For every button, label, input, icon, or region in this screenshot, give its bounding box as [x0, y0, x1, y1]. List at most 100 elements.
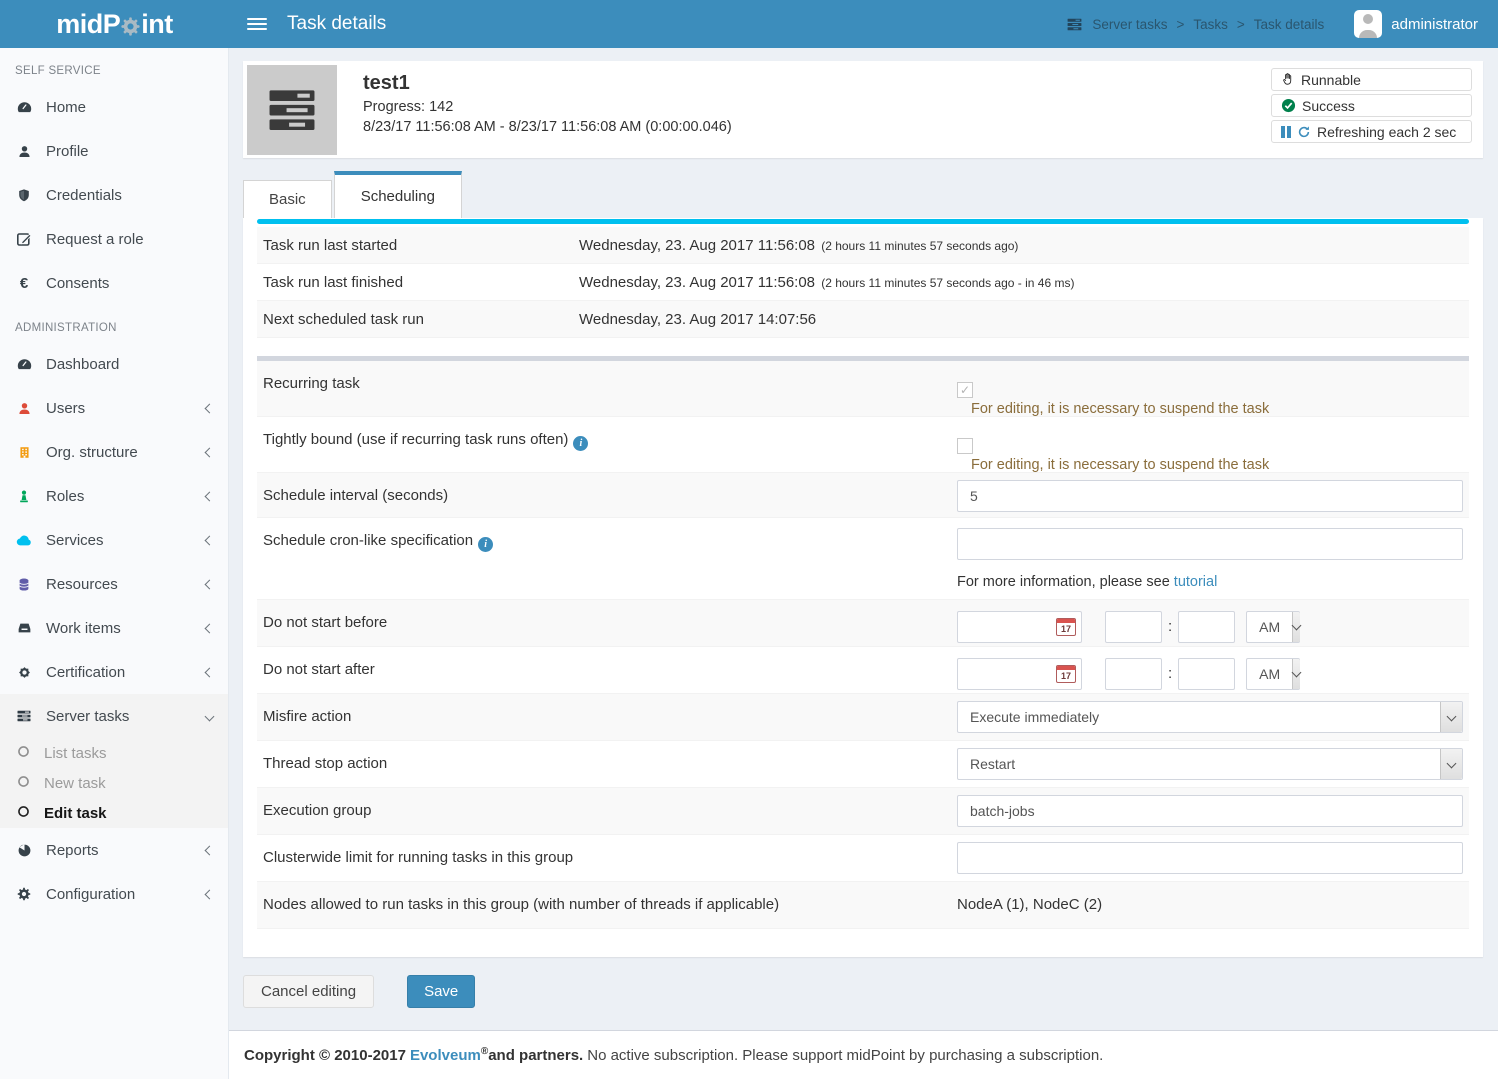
gear-logo-icon	[119, 15, 142, 38]
info-icon[interactable]: i	[573, 436, 588, 451]
sidebar-item-reports[interactable]: Reports	[0, 828, 228, 872]
thread-stop-action-select[interactable]: Restart	[957, 748, 1463, 780]
sidebar-item-certification[interactable]: Certification	[0, 650, 228, 694]
server-tasks-subtree: Server tasks List tasks New task Edit ta…	[0, 694, 228, 828]
sidebar-item-label: Services	[46, 532, 104, 549]
sidebar-section-administration: ADMINISTRATION	[0, 305, 228, 342]
execution-status-badge: Runnable	[1271, 68, 1472, 91]
not-after-minutes-input[interactable]	[1178, 658, 1235, 690]
sidebar-item-label: New task	[44, 775, 106, 792]
tightly-bound-checkbox[interactable]	[957, 438, 973, 454]
sidebar-item-services[interactable]: Services	[0, 518, 228, 562]
schedule-interval-input[interactable]	[957, 480, 1463, 512]
sidebar-item-configuration[interactable]: Configuration	[0, 872, 228, 916]
misfire-action-select[interactable]: Execute immediately	[957, 701, 1463, 733]
tachometer-icon	[15, 99, 33, 116]
form-row-not-after: Do not start after 17 : AM	[257, 647, 1469, 694]
sidebar-item-credentials[interactable]: Credentials	[0, 173, 228, 217]
tasks-icon	[261, 81, 323, 139]
sidebar: SELF SERVICE Home Profile Credentials Re…	[0, 48, 229, 1079]
select-arrow	[1292, 612, 1300, 642]
info-value-main: Wednesday, 23. Aug 2017 11:56:08	[579, 274, 815, 291]
field-label-text: Tightly bound (use if recurring task run…	[263, 431, 568, 448]
sidebar-item-label: Dashboard	[46, 356, 119, 373]
breadcrumb-separator: >	[1176, 17, 1184, 32]
chevron-left-icon	[205, 579, 215, 589]
sidebar-item-new-task[interactable]: New task	[0, 768, 228, 798]
form-row-not-before: Do not start before 17 : AM	[257, 600, 1469, 647]
tutorial-link[interactable]: tutorial	[1174, 574, 1218, 590]
gear-icon	[15, 886, 33, 902]
breadcrumb-server-tasks[interactable]: Server tasks	[1092, 17, 1167, 32]
not-before-hours-input[interactable]	[1105, 611, 1162, 643]
euro-icon: €	[15, 275, 33, 292]
sidebar-item-label: Work items	[46, 620, 121, 637]
select-arrow	[1292, 659, 1300, 689]
calendar-icon[interactable]: 17	[1056, 665, 1076, 683]
time-separator: :	[1168, 618, 1172, 635]
chevron-left-icon	[205, 623, 215, 633]
sidebar-item-profile[interactable]: Profile	[0, 129, 228, 173]
save-button[interactable]: Save	[407, 975, 475, 1008]
field-label: Tightly bound (use if recurring task run…	[257, 417, 957, 472]
tasks-icon	[15, 708, 33, 724]
sidebar-item-consents[interactable]: € Consents	[0, 261, 228, 305]
recurring-checkbox[interactable]: ✓	[957, 382, 973, 398]
execution-group-input[interactable]	[957, 795, 1463, 827]
breadcrumb-task-details: Task details	[1254, 17, 1325, 32]
execution-status-label: Runnable	[1301, 72, 1361, 88]
chevron-left-icon	[205, 667, 215, 677]
cancel-editing-button[interactable]: Cancel editing	[243, 975, 374, 1008]
time-separator: :	[1168, 665, 1172, 682]
user-icon	[15, 401, 33, 416]
form-row-nodes: Nodes allowed to run tasks in this group…	[257, 882, 1469, 929]
sidebar-item-label: Certification	[46, 664, 125, 681]
info-icon[interactable]: i	[478, 537, 493, 552]
sidebar-item-list-tasks[interactable]: List tasks	[0, 738, 228, 768]
sidebar-item-server-tasks[interactable]: Server tasks	[0, 694, 228, 738]
info-value-note: (2 hours 11 minutes 57 seconds ago)	[821, 239, 1018, 253]
not-after-hours-input[interactable]	[1105, 658, 1162, 690]
sidebar-item-users[interactable]: Users	[0, 386, 228, 430]
field-label: Schedule interval (seconds)	[257, 473, 957, 517]
calendar-icon[interactable]: 17	[1056, 618, 1076, 636]
field-label: Misfire action	[257, 694, 957, 740]
sidebar-item-label: Credentials	[46, 187, 122, 204]
shield-icon	[15, 188, 33, 203]
sidebar-item-resources[interactable]: Resources	[0, 562, 228, 606]
chevron-left-icon	[205, 491, 215, 501]
sidebar-item-request-a-role[interactable]: Request a role	[0, 217, 228, 261]
sidebar-item-edit-task[interactable]: Edit task	[0, 798, 228, 828]
user-menu[interactable]: administrator	[1354, 10, 1478, 38]
sidebar-item-roles[interactable]: Roles	[0, 474, 228, 518]
chevron-left-icon	[205, 889, 215, 899]
evolveum-link[interactable]: Evolveum	[410, 1047, 481, 1064]
tab-scheduling[interactable]: Scheduling	[334, 171, 462, 218]
cron-specification-input[interactable]	[957, 528, 1463, 560]
table-row: Next scheduled task run Wednesday, 23. A…	[257, 301, 1469, 338]
sidebar-toggle-button[interactable]	[247, 18, 267, 30]
nodes-value: NodeA (1), NodeC (2)	[957, 882, 1469, 928]
field-label: Schedule cron-like specificationi	[257, 518, 957, 599]
tab-label: Scheduling	[361, 188, 435, 205]
suspend-note: For editing, it is necessary to suspend …	[971, 401, 1463, 417]
tab-basic[interactable]: Basic	[243, 180, 332, 218]
info-value-note: (2 hours 11 minutes 57 seconds ago - in …	[821, 276, 1074, 290]
cluster-limit-input[interactable]	[957, 842, 1463, 874]
breadcrumb-tasks[interactable]: Tasks	[1193, 17, 1228, 32]
not-after-meridiem-select[interactable]: AM	[1246, 658, 1300, 690]
run-info-table: Task run last started Wednesday, 23. Aug…	[257, 227, 1469, 338]
sidebar-item-dashboard[interactable]: Dashboard	[0, 342, 228, 386]
refresh-toggle-badge[interactable]: Refreshing each 2 sec	[1271, 120, 1472, 143]
form-row-cron: Schedule cron-like specificationi For mo…	[257, 518, 1469, 600]
sidebar-item-home[interactable]: Home	[0, 85, 228, 129]
sidebar-item-org-structure[interactable]: Org. structure	[0, 430, 228, 474]
task-status-badges: Runnable Success Refreshing each 2 sec	[1271, 61, 1483, 158]
check-circle-icon	[1281, 98, 1296, 113]
registered-mark: ®	[481, 1046, 488, 1057]
sidebar-item-work-items[interactable]: Work items	[0, 606, 228, 650]
sidebar-item-label: Resources	[46, 576, 118, 593]
midpoint-logo[interactable]: midPint	[0, 0, 229, 48]
not-before-meridiem-select[interactable]: AM	[1246, 611, 1300, 643]
not-before-minutes-input[interactable]	[1178, 611, 1235, 643]
